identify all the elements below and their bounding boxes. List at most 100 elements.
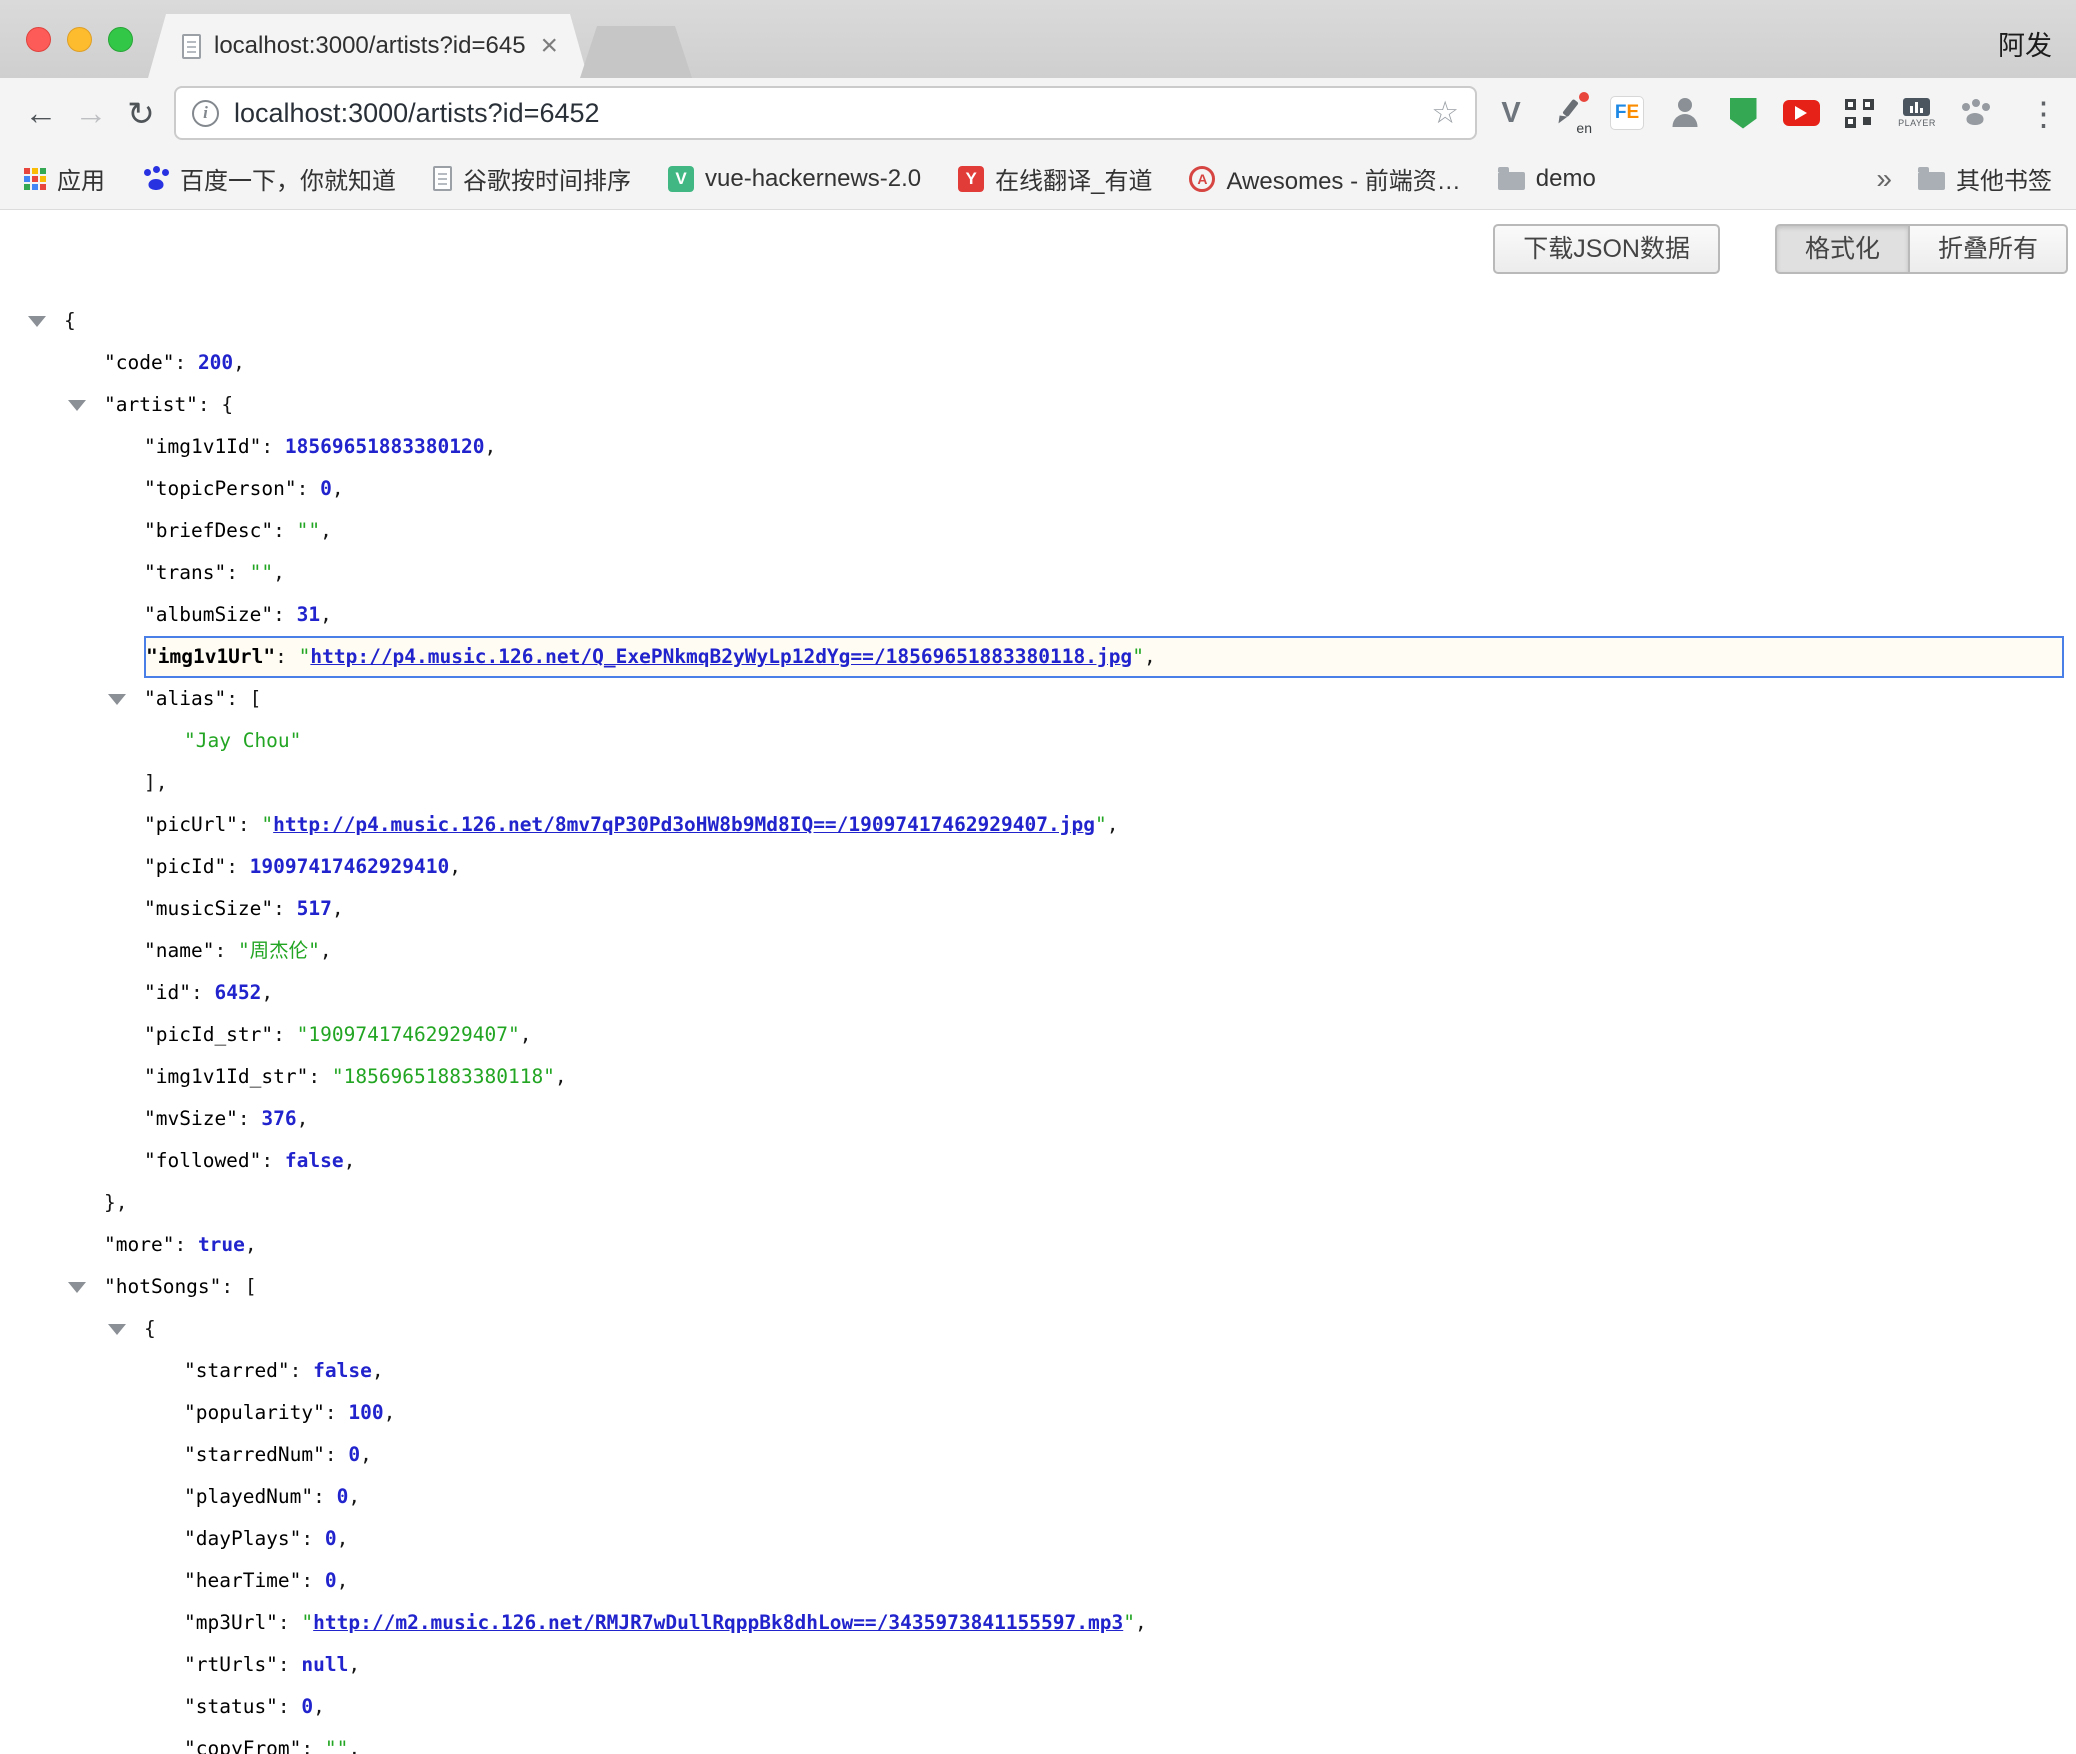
json-key: "status" (184, 1695, 278, 1718)
json-line: "briefDesc": "", (26, 510, 2064, 552)
other-bookmarks[interactable]: 其他书签 (1918, 161, 2052, 196)
json-key: "hotSongs" (104, 1275, 221, 1298)
json-line-content: "img1v1Id": 18569651883380120, (144, 426, 2064, 468)
indent-spacer (26, 1140, 106, 1182)
bookmark-item-baidu[interactable]: 百度一下，你就知道 (142, 161, 396, 196)
player-extension-icon[interactable]: PLAYER (1897, 93, 1937, 133)
youtube-play-icon (1783, 100, 1820, 126)
json-line-content: { (144, 1308, 2064, 1350)
bookmark-label: 百度一下，你就知道 (180, 161, 396, 196)
qrcode-extension-icon[interactable] (1839, 93, 1879, 133)
collapse-arrow-icon[interactable] (106, 1308, 144, 1350)
json-token: : (226, 561, 249, 584)
reload-button[interactable]: ↻ (116, 88, 166, 138)
json-token: }, (104, 1191, 127, 1214)
paw-extension-icon[interactable] (1955, 93, 1995, 133)
browser-menu-icon[interactable]: ⋮ (2027, 94, 2060, 133)
url-link[interactable]: http://m2.music.126.net/RMJR7wDullRqppBk… (313, 1611, 1123, 1634)
indent-spacer (26, 1686, 146, 1728)
arrow-spacer (66, 342, 104, 384)
json-token: : (221, 1275, 244, 1298)
arrow-spacer (146, 1392, 184, 1434)
site-info-icon[interactable] (192, 100, 219, 127)
json-line: "topicPerson": 0, (26, 468, 2064, 510)
awesomes-icon: A (1189, 166, 1215, 192)
indent-spacer (26, 888, 106, 930)
json-token: , (449, 855, 461, 878)
json-line-content: "status": 0, (184, 1686, 2064, 1728)
bookmark-item-google-sort[interactable]: 谷歌按时间排序 (433, 161, 631, 196)
json-token: , (344, 1149, 356, 1172)
translate-lang-label: en (1576, 120, 1592, 136)
indent-spacer (26, 426, 106, 468)
address-bar[interactable]: localhost:3000/artists?id=6452 ☆ (174, 86, 1477, 140)
bookmark-item-vue-hackernews[interactable]: V vue-hackernews-2.0 (668, 165, 921, 193)
arrow-spacer (146, 1350, 184, 1392)
bookmark-item-awesomes[interactable]: A Awesomes - 前端资… (1189, 161, 1460, 196)
browser-tab[interactable]: localhost:3000/artists?id=645 × (148, 14, 588, 78)
json-line-content: "starred": false, (184, 1350, 2064, 1392)
json-token: : (226, 855, 249, 878)
json-line-content: "code": 200, (104, 342, 2064, 384)
fehelper-extension-icon[interactable]: FE (1607, 93, 1647, 133)
download-json-button[interactable]: 下载JSON数据 (1493, 224, 1720, 274)
json-line-content: "starredNum": 0, (184, 1434, 2064, 1476)
minimize-window-button[interactable] (67, 27, 92, 52)
indent-spacer (26, 972, 106, 1014)
indent-spacer (26, 720, 146, 762)
json-token: : (301, 1527, 324, 1550)
indent-spacer (26, 510, 106, 552)
translate-pen-extension-icon[interactable]: en (1549, 93, 1589, 133)
youdao-icon: Y (958, 166, 984, 192)
vimium-extension-icon[interactable]: V (1491, 93, 1531, 133)
json-token: "Jay Chou" (184, 729, 301, 752)
back-button[interactable]: ← (16, 88, 66, 138)
json-line-content: "img1v1Id_str": "18569651883380118", (144, 1056, 2064, 1098)
youtube-extension-icon[interactable] (1781, 93, 1821, 133)
json-token: : (174, 351, 197, 374)
collapse-arrow-icon[interactable] (106, 678, 144, 720)
url-link[interactable]: http://p4.music.126.net/8mv7qP30Pd3oHW8b… (273, 813, 1095, 836)
json-key: "picId_str" (144, 1023, 273, 1046)
apps-shortcut[interactable]: 应用 (24, 161, 105, 196)
json-line: "followed": false, (26, 1140, 2064, 1182)
profile-name[interactable]: 阿发 (1998, 24, 2052, 63)
folder-icon (1918, 172, 1945, 190)
json-token: : (297, 477, 320, 500)
zoom-window-button[interactable] (108, 27, 133, 52)
json-key: "name" (144, 939, 214, 962)
bookmark-item-youdao[interactable]: Y 在线翻译_有道 (958, 161, 1152, 196)
json-line: "mvSize": 376, (26, 1098, 2064, 1140)
bookmark-item-demo[interactable]: demo (1498, 165, 1596, 193)
arrow-spacer (146, 1476, 184, 1518)
tab-close-icon[interactable]: × (540, 31, 558, 61)
quote: " (1132, 645, 1144, 668)
bookmarks-overflow-chevron[interactable]: » (1876, 163, 1892, 195)
json-token: : (275, 645, 298, 668)
json-line: "mp3Url": "http://m2.music.126.net/RMJR7… (26, 1602, 2064, 1644)
collapse-all-button[interactable]: 折叠所有 (1910, 224, 2068, 274)
json-line-content: "musicSize": 517, (144, 888, 2064, 930)
json-line: "musicSize": 517, (26, 888, 2064, 930)
shield-extension-icon[interactable] (1723, 93, 1763, 133)
bookmark-star-icon[interactable]: ☆ (1431, 95, 1459, 131)
json-line-content: "popularity": 100, (184, 1392, 2064, 1434)
json-token: , (520, 1023, 532, 1046)
json-token: , (348, 1653, 360, 1676)
json-line-content: "dayPlays": 0, (184, 1518, 2064, 1560)
json-token: "周杰伦" (238, 939, 320, 962)
json-line-content: "picId_str": "19097417462929407", (144, 1014, 2064, 1056)
json-token: false (285, 1149, 344, 1172)
indent-spacer (26, 636, 106, 678)
collapse-arrow-icon[interactable] (66, 384, 104, 426)
close-window-button[interactable] (26, 27, 51, 52)
forward-button[interactable]: → (66, 88, 116, 138)
collapse-arrow-icon[interactable] (26, 300, 64, 342)
profile-person-extension-icon[interactable] (1665, 93, 1705, 133)
bookmarks-right-group: » 其他书签 (1876, 161, 2052, 196)
arrow-spacer (106, 426, 144, 468)
collapse-arrow-icon[interactable] (66, 1266, 104, 1308)
format-button[interactable]: 格式化 (1775, 224, 1910, 274)
url-link[interactable]: http://p4.music.126.net/Q_ExePNkmqB2yWyL… (310, 645, 1132, 668)
new-tab-button[interactable] (580, 26, 692, 78)
